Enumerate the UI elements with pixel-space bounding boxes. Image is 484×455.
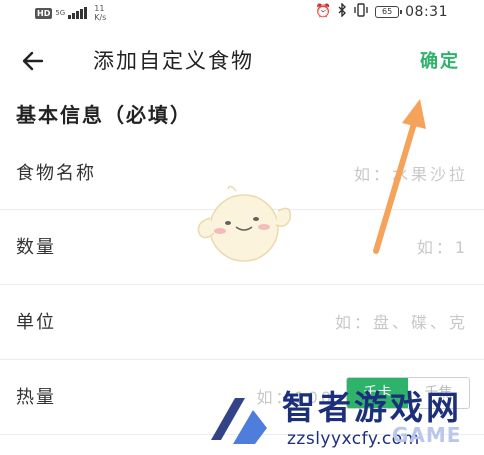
annotation-arrow [373,99,426,254]
unit-row[interactable]: 单位 如：盘、碟、克 [0,285,484,360]
calories-label: 热量 [16,387,56,408]
bluetooth-icon [337,2,347,21]
status-right: ⏰ 65 08:31 [315,2,448,22]
arrow-left-icon [22,51,44,71]
watermark-title: 智者游戏网 [282,388,462,427]
alarm-icon: ⏰ [314,4,332,19]
net-speed-unit: K/s [94,13,107,22]
status-left: HD 5G 11 K/s [35,3,106,23]
network-type: 5G [55,9,65,17]
vibrate-icon [353,3,369,21]
unit-input[interactable]: 如：盘、碟、克 [335,312,468,334]
net-speed-value: 11 [94,4,105,13]
hd-badge: HD [35,7,53,19]
section-title: 基本信息（必填） [16,103,192,127]
signal-icon [68,7,88,19]
unit-label: 单位 [16,312,56,333]
app-bar: 添加自定义食物 确定 [0,38,484,84]
mascot-sticker [197,185,291,262]
quantity-label: 数量 [16,237,56,258]
back-button[interactable] [20,48,46,74]
network-type-label: 5G [55,9,66,17]
watermark-game-text: GAME [392,423,462,447]
battery-icon: 65 [375,6,403,18]
status-bar: HD 5G 11 K/s ⏰ 65 08:31 [0,0,484,24]
watermark-logo [211,398,267,444]
confirm-button[interactable]: 确定 [420,50,460,74]
food-name-label: 食物名称 [16,163,96,184]
clock: 08:31 [405,4,448,20]
net-speed: 11 K/s [94,4,106,22]
page-title: 添加自定义食物 [93,49,254,73]
